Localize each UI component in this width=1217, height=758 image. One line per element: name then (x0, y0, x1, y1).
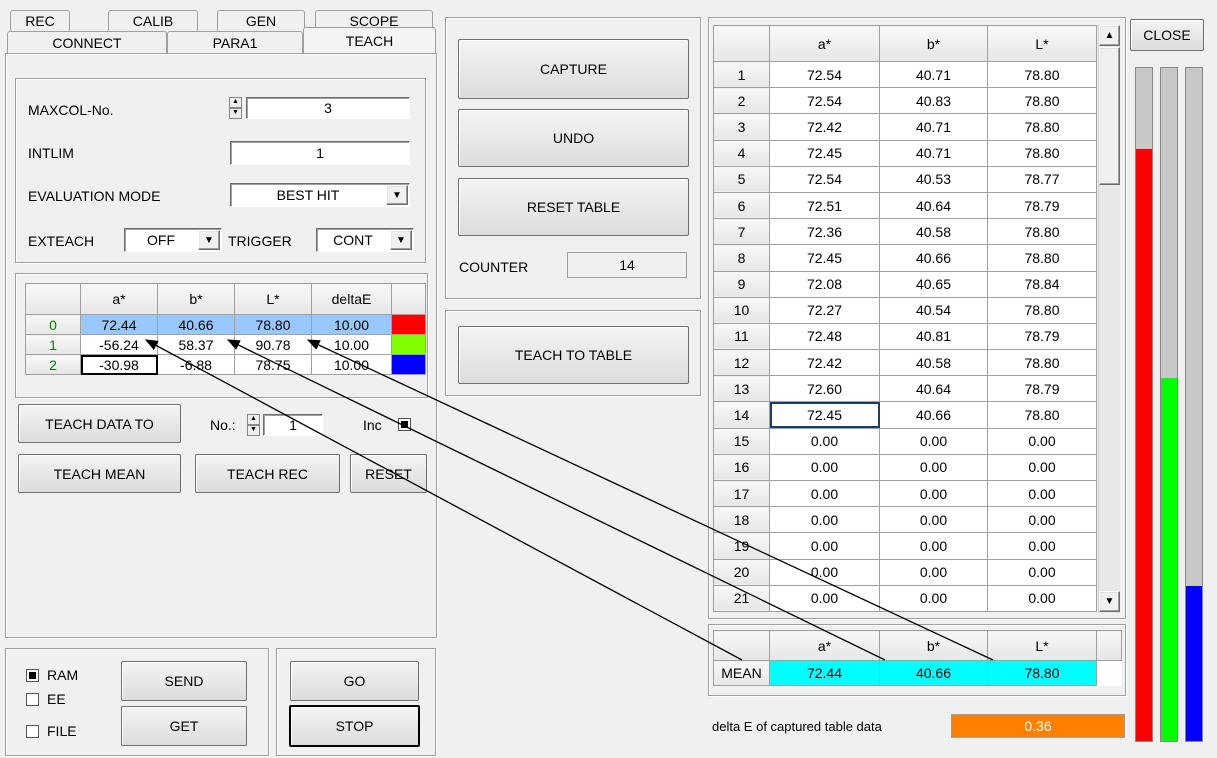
arrow-line-l (306, 339, 994, 661)
arrow-line-b (226, 339, 886, 661)
arrow-line-a (144, 339, 743, 661)
teach-arrows (144, 339, 994, 661)
